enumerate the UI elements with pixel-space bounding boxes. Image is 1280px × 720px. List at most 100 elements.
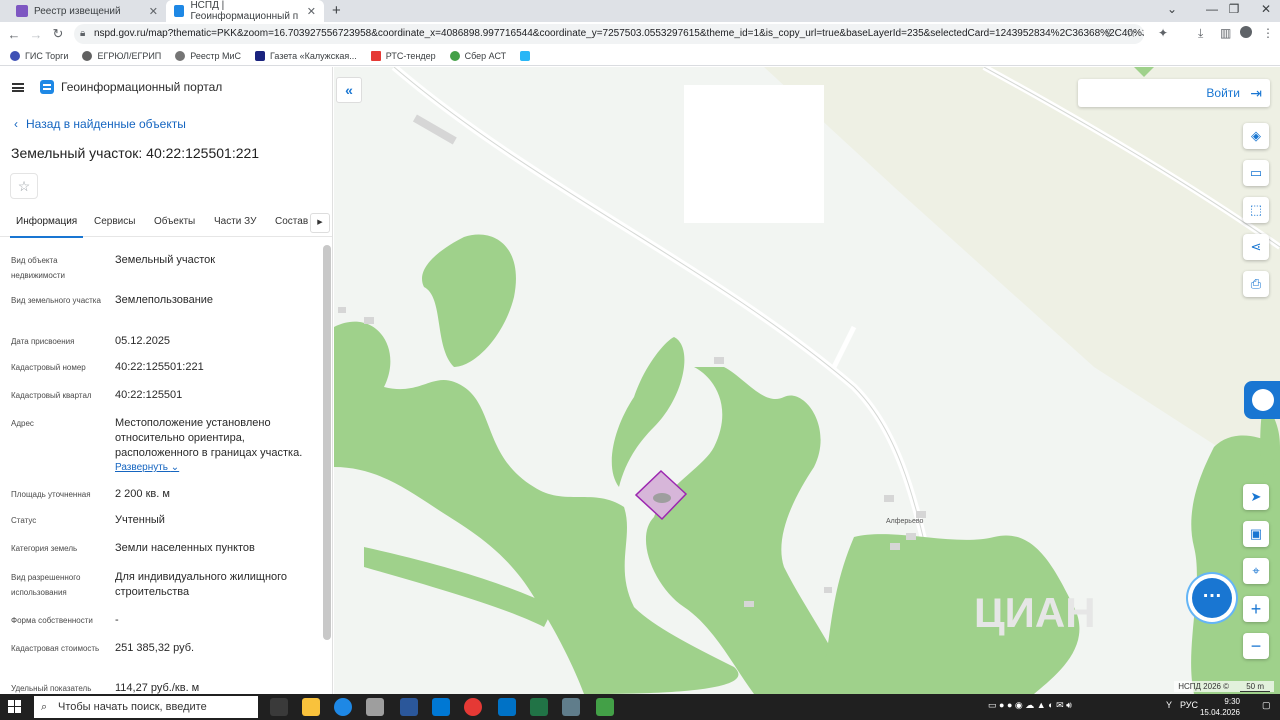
road bbox=[831, 325, 857, 369]
close-window-icon[interactable]: ✕ bbox=[1246, 2, 1280, 16]
portal-header: Геоинформационный портал bbox=[0, 67, 332, 107]
field-label: Категория земель bbox=[11, 544, 78, 553]
clock-date: 15.04.2026 bbox=[1199, 708, 1240, 717]
file-explorer-icon[interactable] bbox=[302, 698, 320, 716]
windows-start-icon[interactable] bbox=[8, 700, 22, 714]
new-tab-icon[interactable]: + bbox=[332, 2, 341, 19]
sidebar-icon[interactable]: ▥ bbox=[1220, 26, 1231, 40]
bookmark-egrul[interactable]: ЕГРЮЛ/ЕГРИП bbox=[82, 50, 161, 61]
locate-icon[interactable]: ➤ bbox=[1243, 484, 1269, 510]
building bbox=[916, 511, 926, 518]
forward-arrow-icon[interactable]: → bbox=[24, 27, 48, 42]
bookmark-star-icon[interactable]: ☆ bbox=[1126, 26, 1137, 40]
login-button[interactable]: Войти ⇥ bbox=[1078, 79, 1270, 107]
copyright-text: НСПД 2026 © bbox=[1178, 682, 1230, 691]
chevron-down-icon[interactable]: ⌄ bbox=[1152, 2, 1192, 16]
building bbox=[890, 543, 900, 550]
reload-icon[interactable]: ↻ bbox=[46, 26, 70, 42]
object-info-panel: Геоинформационный портал ‹ Назад в найден… bbox=[0, 67, 333, 694]
app-icon[interactable] bbox=[596, 698, 614, 716]
field-area bbox=[764, 67, 1280, 487]
expand-label: Развернуть bbox=[115, 462, 169, 473]
store-icon[interactable] bbox=[366, 698, 384, 716]
favorite-star-icon[interactable]: ☆ bbox=[10, 173, 38, 199]
calculator-icon[interactable] bbox=[562, 698, 580, 716]
chat-icon[interactable] bbox=[1192, 578, 1232, 618]
outlook-icon[interactable] bbox=[498, 698, 516, 716]
field-value: Учтенный bbox=[115, 514, 165, 526]
bookmark-gazeta[interactable]: Газета «Калужская... bbox=[255, 50, 357, 61]
menu-dots-icon[interactable]: ⋮ bbox=[1262, 26, 1274, 40]
mail-icon[interactable] bbox=[432, 698, 450, 716]
panel-tabs: Информация Сервисы Объекты Части ЗУ Сост… bbox=[0, 207, 332, 238]
share-icon[interactable]: ⇪ bbox=[1104, 27, 1113, 40]
place-label: Алферьево bbox=[886, 518, 924, 525]
close-icon[interactable]: ✕ bbox=[307, 5, 316, 18]
field-value: Местоположение установлено относительно … bbox=[115, 417, 303, 459]
address-bar[interactable]: 🔒︎ nspd.gov.ru/map?thematic=PKK&zoom=16.… bbox=[74, 24, 1144, 44]
field-value: Землепользование bbox=[115, 294, 214, 306]
bookmark-icon bbox=[449, 50, 460, 61]
excel-icon[interactable] bbox=[530, 698, 548, 716]
building bbox=[824, 587, 832, 593]
clock[interactable]: 9:30 15.04.2026 bbox=[1196, 696, 1240, 718]
bookmark-reestr-mis[interactable]: Реестр МиС bbox=[175, 50, 241, 61]
word-icon[interactable] bbox=[400, 698, 418, 716]
tab-objects[interactable]: Объекты bbox=[154, 216, 195, 227]
browser-tab-registry[interactable]: Реестр извещений ✕ bbox=[8, 0, 166, 22]
tab-parts[interactable]: Части ЗУ bbox=[214, 216, 256, 227]
taskbar-search-input[interactable]: ⌕ Чтобы начать поиск, введите bbox=[34, 696, 258, 718]
back-arrow-icon[interactable]: ← bbox=[2, 27, 26, 42]
select-area-icon[interactable]: ⬚ bbox=[1243, 197, 1269, 223]
close-icon[interactable]: ✕ bbox=[149, 5, 158, 18]
profile-avatar[interactable] bbox=[1240, 26, 1252, 38]
menu-icon[interactable] bbox=[12, 83, 24, 92]
layers-icon[interactable]: ◈ bbox=[1243, 123, 1269, 149]
yandex-icon[interactable]: Y bbox=[1166, 700, 1172, 710]
chevron-down-icon: ⌄ bbox=[170, 462, 180, 473]
field-value: 251 385,32 руб. bbox=[115, 642, 195, 654]
scale-bar: 50 m bbox=[1240, 682, 1270, 692]
field-value: Земельный участок bbox=[115, 254, 216, 266]
tab-composition[interactable]: Состав bbox=[275, 216, 308, 227]
edge-icon[interactable] bbox=[334, 698, 352, 716]
tabs-scroll-right-icon[interactable]: ▶ bbox=[310, 213, 330, 233]
map-footer: НСПД 2026 © 50 m bbox=[1174, 681, 1274, 692]
minimap-icon[interactable]: ▣ bbox=[1243, 521, 1269, 547]
task-view-icon[interactable] bbox=[270, 698, 288, 716]
zoom-out-icon[interactable]: − bbox=[1243, 633, 1269, 659]
browser-tabbar: Реестр извещений ✕ НСПД | Геоинформацион… bbox=[0, 0, 1280, 22]
back-to-results-link[interactable]: ‹ Назад в найденные объекты bbox=[14, 117, 186, 131]
tab-services[interactable]: Сервисы bbox=[94, 216, 135, 227]
chrome-icon[interactable] bbox=[464, 698, 482, 716]
field-label: Площадь уточненная bbox=[11, 490, 91, 499]
ruler-icon[interactable]: ▭ bbox=[1243, 160, 1269, 186]
bookmark-sber-ast[interactable]: Сбер АСТ bbox=[449, 50, 506, 61]
tab-information[interactable]: Информация bbox=[9, 216, 84, 238]
tray-icons[interactable]: ▭ ● ● ◉ ☁ ▲ ◐ ✉ 🔊︎ bbox=[988, 700, 1072, 711]
bookmark-nspd[interactable] bbox=[520, 50, 535, 61]
collapse-panel-icon[interactable]: « bbox=[336, 77, 362, 103]
field-label: Вид объекта недвижимости bbox=[11, 256, 65, 280]
field-value: 40:22:125501:221 bbox=[115, 361, 204, 373]
bookmark-gis-torgi[interactable]: ГИС Торги bbox=[10, 50, 68, 61]
share-icon[interactable]: ⋖ bbox=[1243, 234, 1269, 260]
chevron-left-icon: ‹ bbox=[14, 117, 18, 131]
extensions-icon[interactable]: ✦ bbox=[1158, 26, 1168, 40]
browser-tab-nspd[interactable]: НСПД | Геоинформационный п ✕ bbox=[166, 0, 324, 22]
expand-address-link[interactable]: Развернуть ⌄ bbox=[115, 462, 179, 473]
map-canvas[interactable]: ЦИАН Алферьево « Войти ⇥ ◈ ▭ ⬚ ⋖ ⎙ ➤ ▣ ⌖… bbox=[334, 67, 1280, 694]
zoom-in-icon[interactable]: + bbox=[1243, 596, 1269, 622]
notifications-icon[interactable]: ▢ bbox=[1262, 700, 1271, 711]
field-value: 05.12.2025 bbox=[115, 335, 171, 347]
forest-area bbox=[611, 337, 685, 487]
print-icon[interactable]: ⎙ bbox=[1243, 271, 1269, 297]
download-icon[interactable]: ⤓ bbox=[1198, 26, 1203, 41]
bookmark-rts[interactable]: РТС-тендер bbox=[370, 50, 436, 61]
forest-area bbox=[422, 234, 516, 367]
geo-search-icon[interactable]: ⌖ bbox=[1243, 558, 1269, 584]
building bbox=[744, 601, 754, 607]
panel-scrollbar[interactable] bbox=[323, 245, 331, 640]
watermark-text: ЦИАН bbox=[974, 589, 1096, 636]
gosuslugi-icon[interactable] bbox=[1244, 381, 1280, 419]
